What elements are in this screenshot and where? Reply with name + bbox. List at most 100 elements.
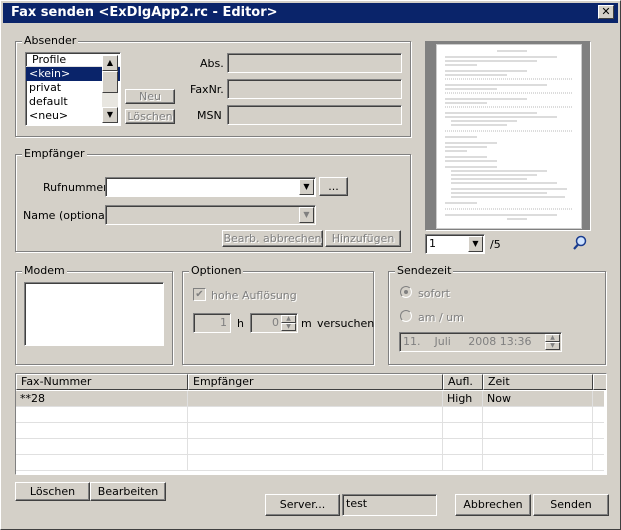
- minutes-field[interactable]: 0 ▲ ▼: [250, 313, 298, 333]
- spin-down-icon[interactable]: ▼: [281, 323, 296, 331]
- fax-dialog-window: Fax senden <ExDlgApp2.rc - Editor> ✕ Abs…: [0, 0, 621, 530]
- page-total: /5: [490, 238, 501, 251]
- empfaenger-legend: Empfänger: [22, 147, 87, 160]
- cell-zeit: Now: [483, 391, 593, 407]
- scroll-thumb[interactable]: [102, 71, 118, 93]
- edit-button[interactable]: Bearbeiten: [90, 482, 166, 501]
- table-row-empty: [16, 439, 604, 455]
- chevron-down-icon[interactable]: ▼: [468, 236, 483, 252]
- sofort-label: sofort: [418, 287, 450, 300]
- datetime-picker[interactable]: 11. Juli 2008 13:36 ▲ ▼: [399, 332, 562, 352]
- send-button[interactable]: Senden: [533, 494, 609, 516]
- empty-cell: [483, 439, 593, 455]
- am-um-radio[interactable]: [400, 310, 412, 322]
- empfaenger-group: Empfänger Rufnummer ▼ ... Name (optional…: [15, 147, 411, 252]
- page-select[interactable]: 1 ▼: [425, 234, 485, 254]
- magnifier-icon[interactable]: [572, 235, 588, 251]
- modem-legend: Modem: [22, 264, 67, 277]
- name-label: Name (optional): [23, 209, 113, 222]
- fax-queue-table[interactable]: Fax-Nummer Empfänger Aufl. Zeit **28 Hig…: [15, 373, 607, 475]
- empty-cell: [443, 439, 483, 455]
- scroll-up-icon[interactable]: ▲: [102, 55, 118, 71]
- empty-cell: [483, 407, 593, 423]
- abs-label: Abs.: [200, 57, 224, 70]
- add-recipient-button[interactable]: Hinzufügen: [325, 230, 401, 247]
- scroll-down-icon[interactable]: ▼: [102, 107, 118, 123]
- sendezeit-legend: Sendezeit: [395, 264, 454, 277]
- msn-field[interactable]: [227, 105, 402, 125]
- table-row-empty: [16, 423, 604, 439]
- modem-group: Modem: [15, 264, 173, 365]
- table-row-empty: [16, 407, 604, 423]
- table-row[interactable]: **28 High Now: [16, 391, 604, 407]
- spin-up-icon[interactable]: ▲: [281, 315, 296, 323]
- cancel-button[interactable]: Abbrechen: [455, 494, 531, 516]
- hours-unit: h: [237, 317, 244, 330]
- spin-up-icon[interactable]: ▲: [545, 334, 560, 342]
- rufnummer-label: Rufnummer: [43, 181, 108, 194]
- empty-cell: [443, 407, 483, 423]
- empty-cell: [188, 439, 443, 455]
- server-field[interactable]: test: [342, 494, 437, 516]
- col-filler: [593, 374, 606, 390]
- absender-group: Absender Profile <kein> privat default <…: [15, 34, 411, 137]
- abs-field[interactable]: [227, 53, 402, 73]
- profiles-listbox[interactable]: Profile <kein> privat default <neu> ▲ ▼: [25, 52, 121, 126]
- hires-label: hohe Auflösung: [211, 289, 297, 302]
- preview-page: [436, 44, 582, 229]
- close-icon[interactable]: ✕: [598, 5, 614, 19]
- profiles-scrollbar[interactable]: ▲ ▼: [102, 55, 118, 123]
- empty-cell: [16, 439, 188, 455]
- browse-button[interactable]: ...: [319, 177, 348, 196]
- sofort-radio[interactable]: [400, 286, 412, 298]
- empty-cell: [16, 455, 188, 471]
- optionen-legend: Optionen: [189, 264, 244, 277]
- datetime-value: 11. Juli 2008 13:36: [403, 335, 532, 348]
- empty-cell: [443, 455, 483, 471]
- am-um-label: am / um: [418, 311, 464, 324]
- modem-listbox[interactable]: [24, 282, 164, 346]
- preview-text-lines: [445, 50, 573, 220]
- faxnr-label: FaxNr.: [190, 83, 224, 96]
- empty-cell: [483, 455, 593, 471]
- faxnr-field[interactable]: [227, 79, 402, 99]
- chevron-down-icon[interactable]: ▼: [299, 179, 314, 195]
- empty-cell: [188, 455, 443, 471]
- spin-down-icon[interactable]: ▼: [545, 342, 560, 350]
- chevron-down-icon[interactable]: ▼: [299, 207, 314, 223]
- new-profile-button[interactable]: Neu: [125, 89, 175, 104]
- hires-checkbox[interactable]: ✔: [193, 288, 206, 301]
- window-title: Fax senden <ExDlgApp2.rc - Editor>: [11, 5, 278, 20]
- col-aufl[interactable]: Aufl.: [443, 374, 483, 390]
- sendezeit-group: Sendezeit sofort am / um 11. Juli 2008 1…: [388, 264, 606, 365]
- cell-fax-number: **28: [16, 391, 188, 407]
- name-combobox[interactable]: ▼: [105, 205, 316, 225]
- col-zeit[interactable]: Zeit: [483, 374, 593, 390]
- cell-empfaenger: [188, 391, 443, 407]
- msn-label: MSN: [197, 109, 222, 122]
- page-select-value: 1: [429, 237, 436, 250]
- delete-profile-button[interactable]: Löschen: [125, 109, 175, 124]
- minutes-unit: m: [301, 317, 312, 330]
- col-fax-number[interactable]: Fax-Nummer: [16, 374, 188, 390]
- empty-cell: [16, 423, 188, 439]
- empty-cell: [16, 407, 188, 423]
- server-button[interactable]: Server...: [265, 494, 340, 516]
- empty-cell: [188, 407, 443, 423]
- minutes-value: 0: [272, 316, 279, 329]
- fax-preview[interactable]: [425, 41, 591, 231]
- retry-label: versuchen: [317, 317, 375, 330]
- absender-legend: Absender: [22, 34, 79, 47]
- empty-cell: [188, 423, 443, 439]
- cancel-edit-button[interactable]: Bearb. abbrechen: [222, 230, 323, 247]
- empty-cell: [443, 423, 483, 439]
- empty-cell: [483, 423, 593, 439]
- title-bar[interactable]: Fax senden <ExDlgApp2.rc - Editor> ✕: [3, 3, 618, 23]
- delete-button[interactable]: Löschen: [15, 482, 90, 501]
- table-row-empty: [16, 455, 604, 471]
- hours-field[interactable]: 1: [193, 313, 231, 333]
- rufnummer-combobox[interactable]: ▼: [105, 177, 316, 197]
- cell-aufl: High: [443, 391, 483, 407]
- col-empfaenger[interactable]: Empfänger: [188, 374, 443, 390]
- optionen-group: Optionen ✔ hohe Auflösung 1 h 0 ▲ ▼ m ve…: [182, 264, 375, 365]
